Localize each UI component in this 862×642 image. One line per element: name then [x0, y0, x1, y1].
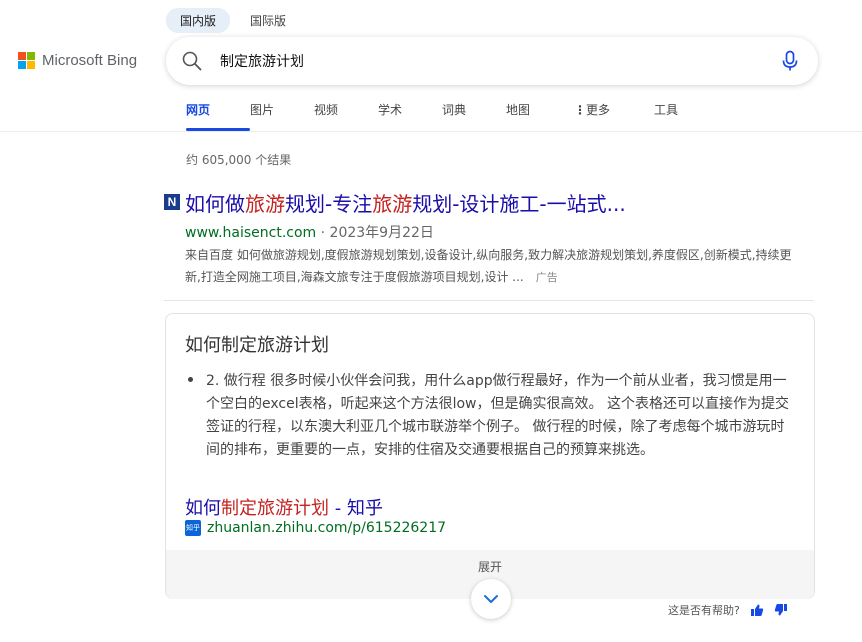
answer-source-link[interactable]: 如何制定旅游计划 - 知乎 [185, 494, 383, 520]
divider [164, 300, 814, 301]
search-box[interactable] [166, 37, 818, 85]
site-favicon-icon: N [164, 194, 180, 210]
tab-academic[interactable]: 学术 [378, 101, 442, 131]
logo-text: Microsoft Bing [42, 52, 138, 69]
thumbs-down-icon[interactable] [774, 603, 788, 617]
answer-text: 2. 做行程 很多时候小伙伴会问我，用什么app做行程最好，作为一个前从业者，我… [206, 373, 789, 458]
bullet [188, 377, 193, 382]
search-icon[interactable] [181, 50, 203, 72]
feedback: 这是否有帮助? [668, 602, 788, 618]
thumbs-up-icon[interactable] [750, 603, 764, 617]
ad-result-url: www.haisenct.com · 2023年9月22日 [185, 225, 434, 241]
microphone-icon[interactable] [780, 50, 800, 72]
tab-web[interactable]: 网页 [186, 101, 250, 131]
tab-more[interactable]: ⋮更多 [574, 101, 654, 131]
search-nav: 网页 图片 视频 学术 词典 地图 ⋮更多 工具 [186, 101, 714, 131]
tab-maps[interactable]: 地图 [506, 101, 574, 131]
ad-result-snippet: 来自百度 如何做旅游规划,度假旅游规划策划,设备设计,纵向服务,致力解决旅游规划… [185, 248, 792, 284]
feedback-label: 这是否有帮助? [668, 604, 740, 617]
microsoft-logo-icon [18, 52, 35, 69]
tab-dictionary[interactable]: 词典 [442, 101, 506, 131]
ad-result-date: 2023年9月22日 [329, 225, 434, 241]
expand-button[interactable] [471, 579, 511, 619]
ad-result-site[interactable]: www.haisenct.com [185, 225, 316, 241]
chevron-down-icon [484, 595, 498, 603]
region-tab-domestic[interactable]: 国内版 [166, 8, 231, 33]
bing-logo[interactable]: Microsoft Bing [18, 52, 137, 69]
vertical-dots-icon: ⋮ [574, 103, 586, 117]
answer-card: 如何制定旅游计划 2. 做行程 很多时候小伙伴会问我，用什么app做行程最好，作… [165, 313, 815, 619]
zhihu-icon: 知乎 [185, 520, 201, 536]
answer-source-url-row: 知乎 zhuanlan.zhihu.com/p/615226217 [185, 520, 446, 536]
ad-result-title[interactable]: 如何做旅游规划-专注旅游规划-设计施工-一站式... [185, 188, 626, 217]
expand-label: 展开 [477, 560, 502, 574]
tab-images[interactable]: 图片 [250, 101, 314, 131]
tab-videos[interactable]: 视频 [314, 101, 378, 131]
header: 国内版 国际版 Microsoft Bing 网页 图片 视频 学术 词典 地图… [0, 0, 862, 132]
answer-source-url[interactable]: zhuanlan.zhihu.com/p/615226217 [207, 520, 446, 536]
answer-card-title: 如何制定旅游计划 [185, 335, 329, 356]
region-tab-international[interactable]: 国际版 [236, 8, 300, 33]
ad-label: 广告 [535, 271, 558, 284]
region-tabs: 国内版 国际版 [166, 8, 300, 33]
result-count: 约 605,000 个结果 [186, 153, 292, 167]
tab-tools[interactable]: 工具 [654, 101, 714, 131]
search-input[interactable] [220, 49, 760, 73]
